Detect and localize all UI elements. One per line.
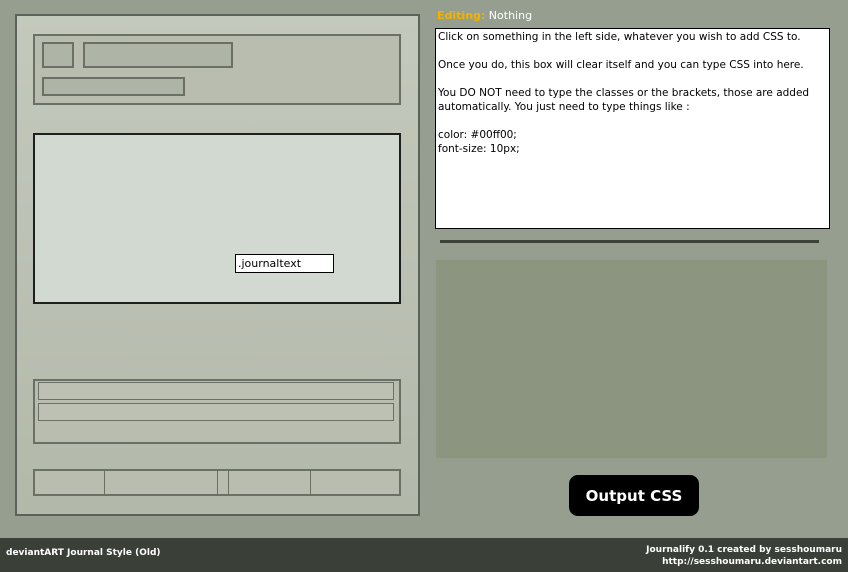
style-name: deviantART Journal Style (Old) xyxy=(6,548,161,558)
journal-link-segment-4[interactable] xyxy=(311,471,399,494)
journal-link-segment-3[interactable] xyxy=(229,471,311,494)
credit-text: Journalify 0.1 created by sesshoumaru xyxy=(646,545,842,555)
journal-link-segment-1[interactable] xyxy=(35,471,105,494)
editing-label: Editing: xyxy=(437,9,486,22)
author-link[interactable]: http://sesshoumaru.deviantart.com xyxy=(646,556,842,568)
journal-avatar-box[interactable] xyxy=(42,42,74,68)
footer-credits: Journalify 0.1 created by sesshoumaru ht… xyxy=(646,544,842,568)
editing-value: Nothing xyxy=(488,9,533,22)
journal-info-row-1[interactable] xyxy=(38,382,394,400)
journal-links-bar[interactable] xyxy=(33,469,401,496)
journal-info-row-2[interactable] xyxy=(38,403,394,421)
journal-date-box[interactable] xyxy=(42,77,185,96)
journal-title-box[interactable] xyxy=(83,42,233,68)
journal-link-segment-2[interactable] xyxy=(105,471,218,494)
output-css-button[interactable]: Output CSS xyxy=(569,475,699,516)
section-divider xyxy=(440,240,819,243)
journal-content-area[interactable] xyxy=(33,133,401,304)
css-output-area[interactable] xyxy=(435,259,828,459)
editing-status: Editing: Nothing xyxy=(437,9,532,22)
journal-link-spacer xyxy=(218,471,229,494)
journaltext-label[interactable]: .journaltext xyxy=(235,254,334,273)
css-input-textarea[interactable]: Click on something in the left side, wha… xyxy=(435,28,830,229)
